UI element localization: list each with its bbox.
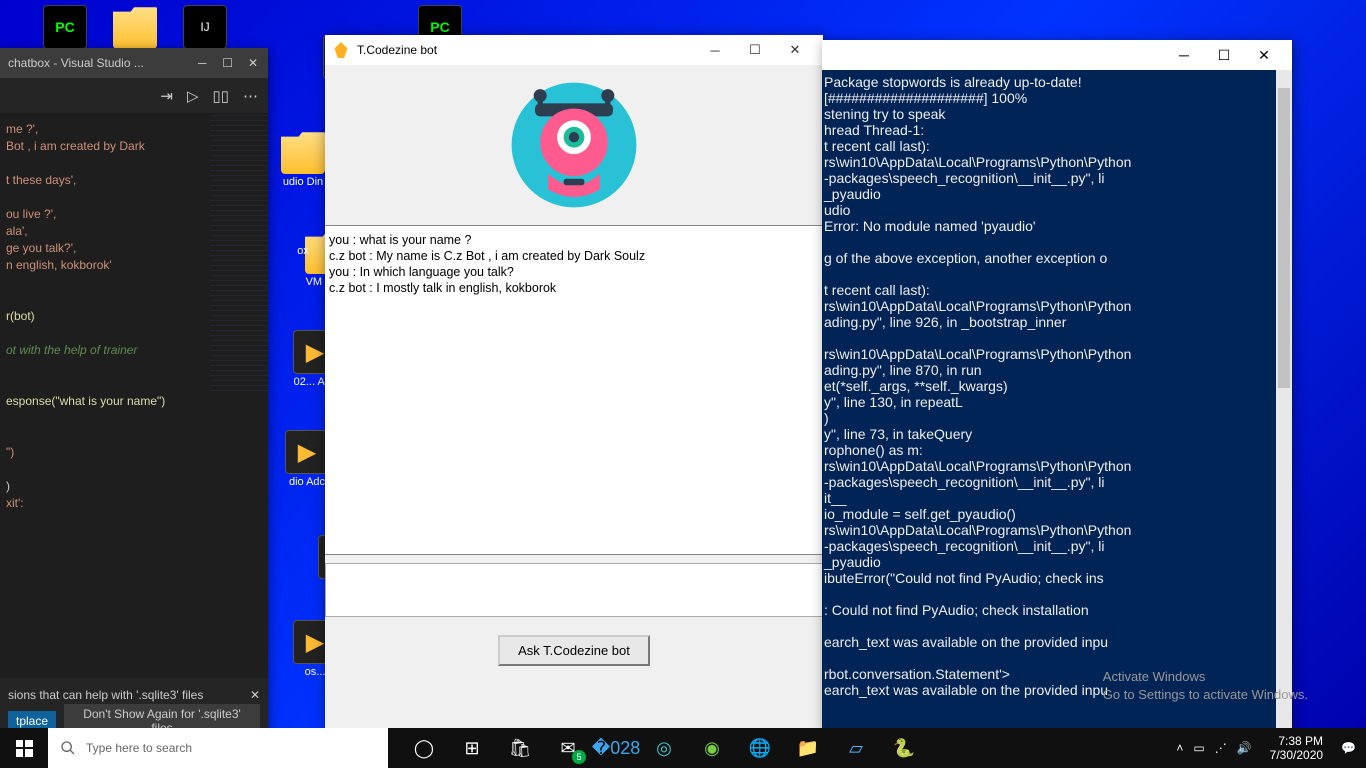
chrome-icon[interactable]: 🌐 <box>736 728 784 768</box>
close-icon[interactable]: ✕ <box>775 42 815 58</box>
search-placeholder: Type here to search <box>86 741 192 755</box>
split-icon[interactable]: ▯▯ <box>212 87 229 105</box>
minimize-icon[interactable]: ─ <box>1164 47 1204 63</box>
clock[interactable]: 7:38 PM 7/30/2020 <box>1262 734 1331 762</box>
open-editors-icon[interactable]: ⇥ <box>160 87 173 105</box>
desktop-icon[interactable]: IJ <box>170 5 240 51</box>
vscode-window: chatbox - Visual Studio ... ─ ☐ ✕ ⇥ ▷ ▯▯… <box>0 48 268 738</box>
ask-button[interactable]: Ask T.Codezine bot <box>498 635 650 666</box>
powershell-icon[interactable]: ▱ <box>832 728 880 768</box>
close-icon[interactable]: ✕ <box>1244 47 1284 63</box>
task-view-icon[interactable]: ⊞ <box>448 728 496 768</box>
minimize-icon[interactable]: ─ <box>695 43 735 58</box>
close-icon[interactable]: ✕ <box>246 56 260 70</box>
vscode-title: chatbox - Visual Studio ... <box>8 56 144 70</box>
more-icon[interactable]: ⋯ <box>243 87 258 105</box>
terminal-titlebar[interactable]: ─ ☐ ✕ <box>822 40 1292 70</box>
desktop-icon[interactable]: PC <box>30 5 100 51</box>
maximize-icon[interactable]: ☐ <box>221 56 235 70</box>
maximize-icon[interactable]: ☐ <box>735 42 775 58</box>
wifi-icon[interactable]: ⋰ <box>1215 741 1227 755</box>
vscode-titlebar[interactable]: chatbox - Visual Studio ... ─ ☐ ✕ <box>0 48 268 78</box>
terminal-output[interactable]: Package stopwords is already up-to-date!… <box>822 70 1292 733</box>
tray-chevron-icon[interactable]: ˄ <box>1176 741 1183 755</box>
vscode-icon[interactable]: �028 <box>592 728 640 768</box>
battery-icon[interactable]: ▭ <box>1193 741 1204 755</box>
search-box[interactable]: Type here to search <box>48 728 388 768</box>
edge-icon[interactable]: ◎ <box>640 728 688 768</box>
android-studio-icon[interactable]: ◉ <box>688 728 736 768</box>
maximize-icon[interactable]: ☐ <box>1204 47 1244 63</box>
system-tray: ˄ ▭ ⋰ 🔊 7:38 PM 7/30/2020 💬 <box>1166 734 1366 762</box>
bot-titlebar[interactable]: T.Codezine bot ─ ☐ ✕ <box>325 35 823 65</box>
vscode-tabs: ⇥ ▷ ▯▯ ⋯ <box>0 78 268 113</box>
bot-logo <box>325 65 823 225</box>
tk-icon <box>333 42 349 58</box>
start-button[interactable] <box>0 728 48 768</box>
explorer-icon[interactable]: 📁 <box>784 728 832 768</box>
chat-log[interactable]: you : what is your name ?c.z bot : My na… <box>325 225 823 555</box>
minimap[interactable] <box>210 113 268 393</box>
terminal-window: ─ ☐ ✕ Package stopwords is already up-to… <box>822 40 1292 733</box>
taskbar: Type here to search ◯ ⊞ 🛍 ✉5 �028 ◎ ◉ 🌐 … <box>0 728 1366 768</box>
notification-text: sions that can help with '.sqlite3' file… <box>8 688 203 702</box>
store-icon[interactable]: 🛍 <box>496 728 544 768</box>
desktop-icon[interactable] <box>100 5 170 51</box>
chat-input[interactable] <box>325 563 823 617</box>
scrollbar[interactable] <box>1276 70 1292 733</box>
bot-window: T.Codezine bot ─ ☐ ✕ you : what is your … <box>325 35 823 728</box>
run-icon[interactable]: ▷ <box>187 87 199 105</box>
cortana-icon[interactable]: ◯ <box>400 728 448 768</box>
search-icon <box>60 740 76 756</box>
mail-icon[interactable]: ✉5 <box>544 728 592 768</box>
python-icon[interactable]: 🐍 <box>880 728 928 768</box>
volume-icon[interactable]: 🔊 <box>1237 741 1252 755</box>
notifications-icon[interactable]: 💬 <box>1341 741 1356 755</box>
bot-title: T.Codezine bot <box>357 43 695 57</box>
minimize-icon[interactable]: ─ <box>195 56 209 70</box>
taskbar-apps: ◯ ⊞ 🛍 ✉5 �028 ◎ ◉ 🌐 📁 ▱ 🐍 <box>400 728 928 768</box>
close-icon[interactable]: ✕ <box>250 688 260 702</box>
